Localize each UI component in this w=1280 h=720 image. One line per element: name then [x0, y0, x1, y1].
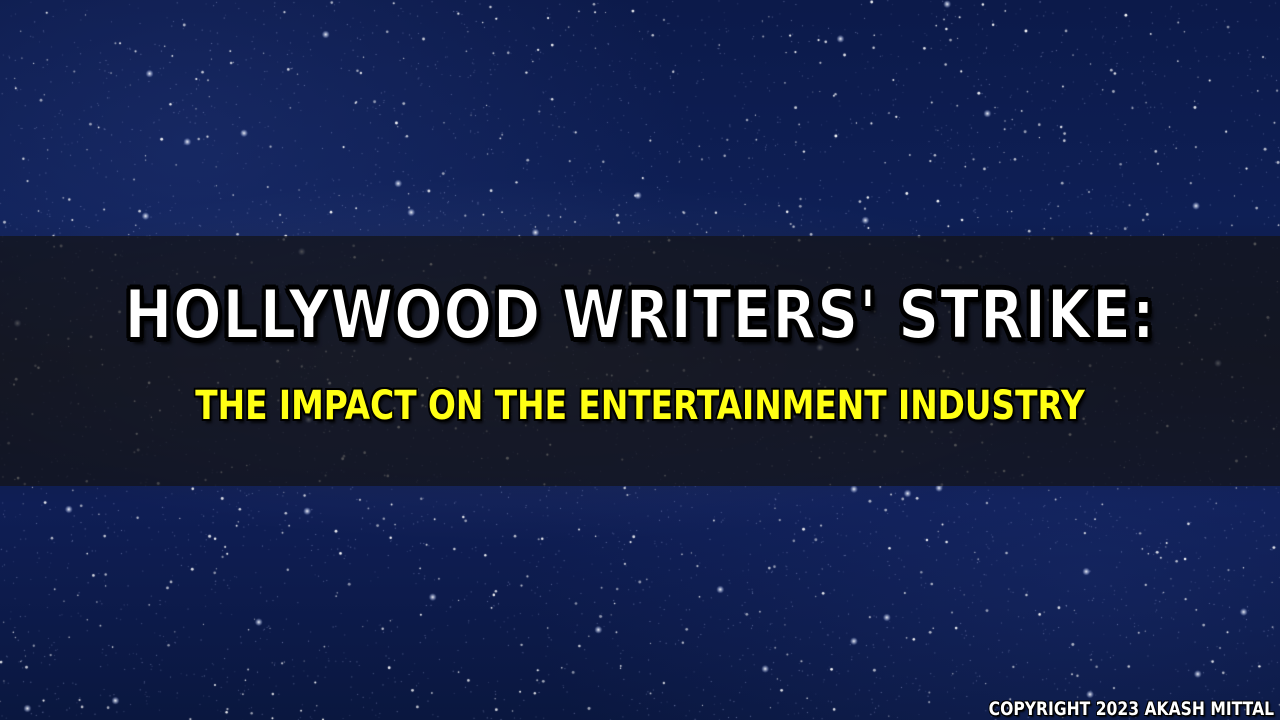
copyright-notice: COPYRIGHT 2023 AKASH MITTAL	[988, 698, 1274, 720]
thumbnail-canvas: HOLLYWOOD WRITERS' STRIKE: THE IMPACT ON…	[0, 0, 1280, 720]
headline-subtitle: THE IMPACT ON THE ENTERTAINMENT INDUSTRY	[195, 383, 1085, 429]
headline-title: HOLLYWOOD WRITERS' STRIKE:	[124, 275, 1156, 356]
